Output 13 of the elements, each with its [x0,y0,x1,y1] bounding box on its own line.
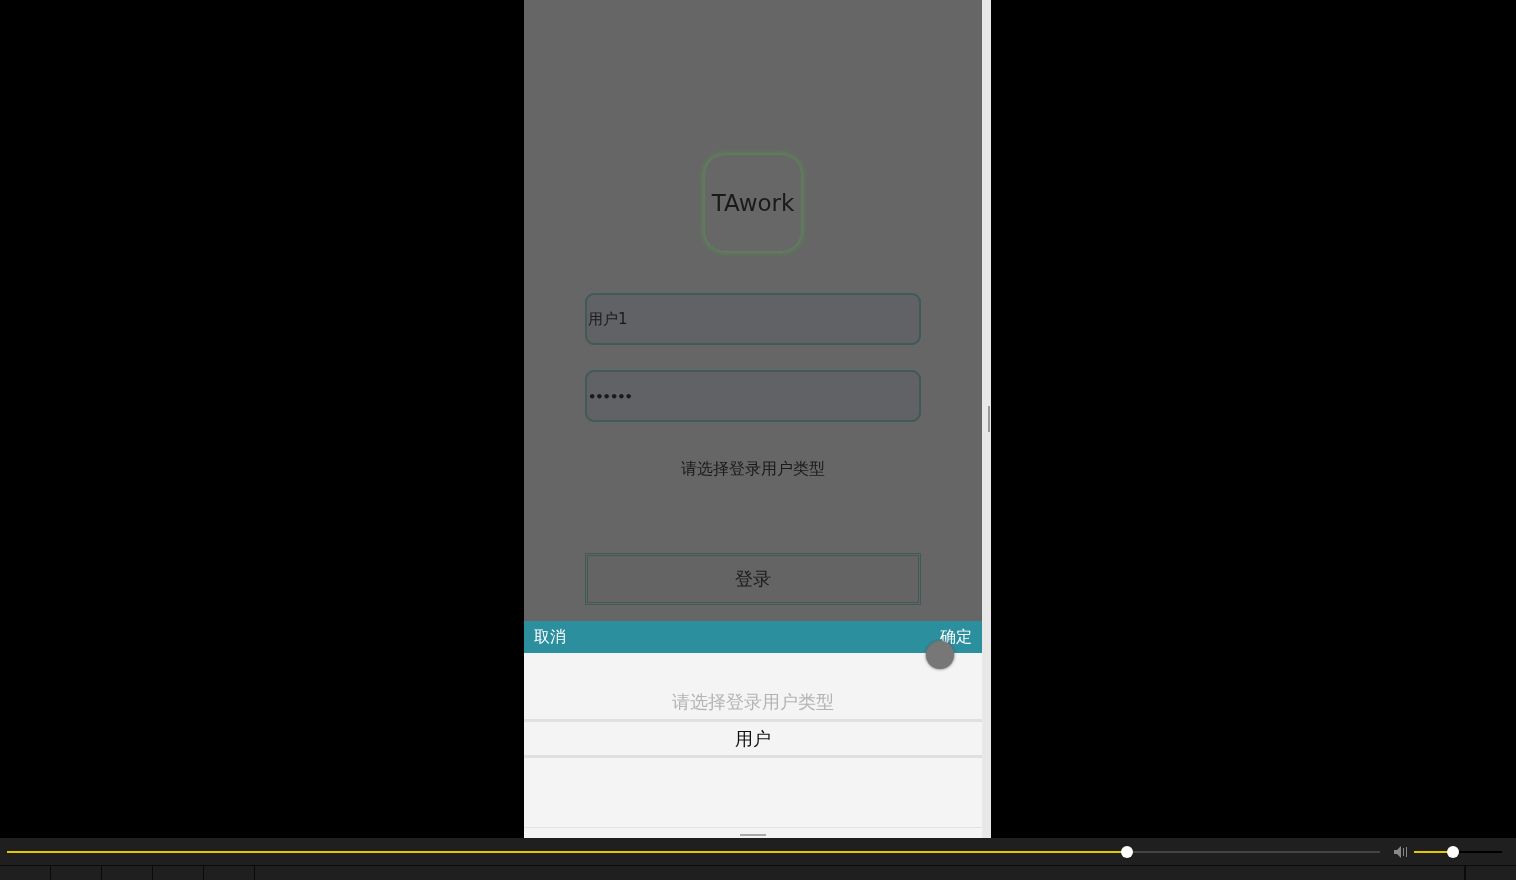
picker-option[interactable]: 用户 [524,722,982,758]
login-button[interactable]: 登录 [585,553,921,605]
app-logo: TAwork [705,155,801,251]
user-type-selector[interactable]: 请选择登录用户类型 [681,459,825,480]
username-field[interactable]: 用户1 [585,293,921,345]
picker-title: 请选择登录用户类型 [524,684,982,722]
seek-thumb[interactable] [1121,845,1134,858]
password-field[interactable]: •••••• [585,370,921,422]
confirm-button[interactable]: 确定 [940,626,972,648]
volume-thumb[interactable] [1446,845,1459,858]
drag-handle[interactable] [740,834,766,836]
speaker-icon[interactable] [1394,845,1408,858]
cancel-button[interactable]: 取消 [534,626,566,648]
